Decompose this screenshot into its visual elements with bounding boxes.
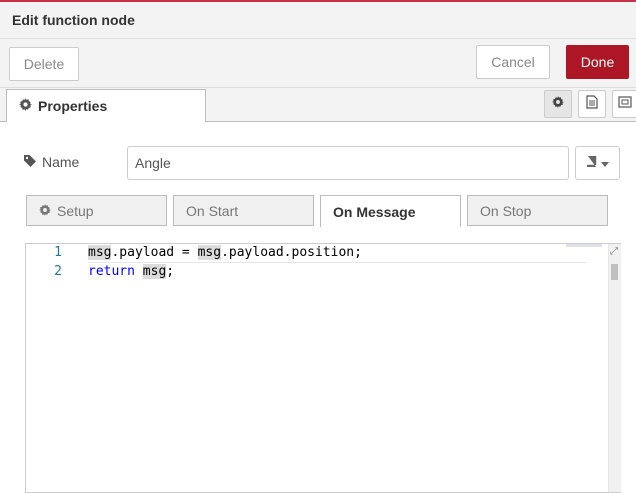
- description-icon: [586, 94, 598, 114]
- appearance-tab-button[interactable]: [612, 90, 636, 118]
- gear-icon: [39, 203, 51, 219]
- subtab-setup-label: Setup: [57, 202, 94, 219]
- code-line[interactable]: 2 return msg;: [26, 263, 586, 282]
- properties-tab-button[interactable]: [544, 90, 572, 118]
- name-row: Name Angle: [0, 146, 636, 180]
- tab-properties[interactable]: Properties: [6, 89, 206, 122]
- tab-properties-label: Properties: [38, 98, 108, 114]
- minimap: [566, 244, 602, 247]
- name-label-text: Name: [42, 154, 80, 170]
- tag-icon: [24, 154, 36, 170]
- description-tab-button[interactable]: [578, 90, 606, 118]
- name-label: Name: [24, 154, 79, 170]
- dialog-toolbar: Delete Cancel Done: [0, 39, 636, 88]
- function-subtabs: Setup On Start On Message On Stop: [0, 195, 636, 227]
- appearance-icon: [618, 95, 632, 113]
- subtab-on-start[interactable]: On Start: [173, 195, 314, 226]
- dialog-header: Edit function node: [0, 2, 636, 39]
- name-input[interactable]: Angle: [127, 146, 569, 180]
- library-button[interactable]: [575, 146, 620, 180]
- expand-icon[interactable]: ⤢: [610, 247, 620, 257]
- code-editor[interactable]: 1 msg.payload = msg.payload.position; 2 …: [25, 243, 621, 493]
- line-number: 2: [54, 264, 62, 279]
- code-line[interactable]: 1 msg.payload = msg.payload.position;: [26, 244, 586, 263]
- editor-scrollbar[interactable]: [608, 244, 621, 492]
- subtab-on-start-label: On Start: [186, 202, 239, 219]
- cancel-button[interactable]: Cancel: [476, 45, 550, 79]
- done-button[interactable]: Done: [566, 45, 629, 79]
- caret-down-icon: [601, 154, 609, 172]
- line-number: 1: [54, 245, 62, 260]
- gear-icon: [552, 95, 564, 113]
- book-icon: [586, 154, 597, 172]
- subtab-on-message-label: On Message: [333, 203, 416, 220]
- subtab-on-stop[interactable]: On Stop: [467, 195, 608, 226]
- subtab-on-stop-label: On Stop: [480, 202, 532, 219]
- delete-button[interactable]: Delete: [9, 47, 79, 81]
- code-text[interactable]: msg.payload = msg.payload.position;: [88, 245, 362, 260]
- dialog-tabbar: Properties: [0, 88, 636, 122]
- subtab-on-message[interactable]: On Message: [320, 195, 461, 227]
- code-text[interactable]: return msg;: [88, 264, 174, 279]
- scrollbar-thumb[interactable]: [611, 264, 618, 280]
- subtab-setup[interactable]: Setup: [26, 195, 167, 226]
- dialog-title: Edit function node: [12, 12, 135, 28]
- gear-icon: [19, 98, 32, 114]
